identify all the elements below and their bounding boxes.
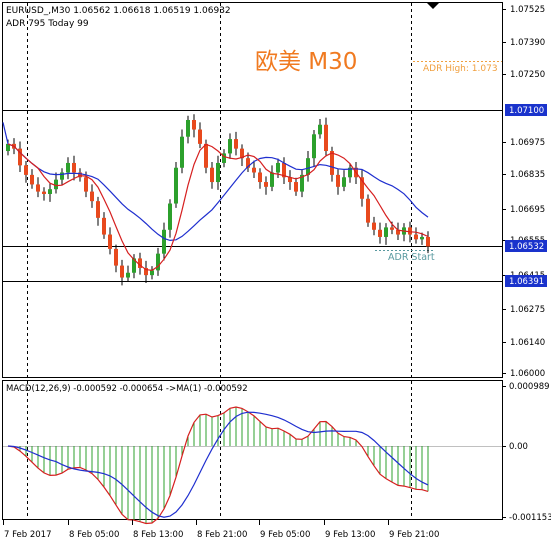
price-axis-label: 1.06275 [510, 305, 545, 315]
candle-body [66, 162, 70, 173]
candle-body [174, 167, 178, 204]
candle-body [90, 191, 94, 202]
candle-body [372, 222, 376, 230]
symbol-info: EURUSD_,M30 1.06562 1.06618 1.06519 1.06… [6, 6, 231, 16]
candle-body [258, 172, 262, 183]
candle-body [420, 236, 424, 240]
candle-body [186, 119, 190, 137]
adr-high-label: ADR High: 1.073 [423, 64, 498, 74]
candle-body [150, 270, 154, 276]
price-level-tag-label: 1.06391 [509, 277, 544, 287]
candle-body [126, 272, 130, 278]
candle-body [324, 124, 328, 152]
candle-body [102, 217, 106, 235]
candle-body [390, 227, 394, 230]
macd-axis: 0.000989 0.00 -0.001153 [502, 382, 551, 523]
candle-body [252, 167, 256, 173]
time-axis-label: 7 Feb 2017 [4, 530, 52, 540]
adr-start-label: ADR Start [388, 252, 435, 263]
candle-body [36, 184, 40, 192]
candle-body [204, 143, 208, 168]
candle-body [216, 162, 220, 183]
candle-body [84, 177, 88, 192]
candle-body [30, 174, 34, 185]
candle-body [408, 227, 412, 235]
candle-body [336, 174, 340, 187]
price-axis-label: 1.06835 [510, 170, 545, 180]
price-axis-label: 1.06000 [510, 369, 545, 379]
candle-body [414, 234, 418, 240]
time-axis-label: 9 Feb 05:00 [260, 530, 310, 540]
candle-body [120, 265, 124, 278]
time-axis-label: 8 Feb 05:00 [69, 530, 119, 540]
price-axis-label: 1.07250 [510, 70, 545, 80]
candle-body [330, 151, 334, 175]
candle-body [384, 227, 388, 237]
candle-body [42, 191, 46, 194]
price-level-tag-label: 1.06532 [509, 242, 544, 252]
candle-body [168, 203, 172, 230]
overlay-title: 欧美 M30 [255, 49, 357, 75]
candle-body [306, 158, 310, 175]
candle-body [234, 139, 238, 149]
candle-body [48, 189, 52, 194]
time-axis-label: 9 Feb 21:00 [389, 530, 439, 540]
time-axis-label: 8 Feb 21:00 [197, 530, 247, 540]
macd-label: MACD(12,26,9) -0.000592 -0.000654 ->MA(1… [6, 384, 248, 394]
candle-body [294, 182, 298, 192]
candle-body [342, 177, 346, 187]
candle-body [366, 198, 370, 223]
time-axis: 7 Feb 2017 8 Feb 05:00 8 Feb 13:00 8 Feb 21… [3, 520, 439, 540]
price-panel-frame [2, 2, 503, 378]
candle-body [192, 119, 196, 130]
candle-body [318, 124, 322, 135]
price-axis-label: 1.06140 [510, 338, 545, 348]
candle-body [264, 182, 268, 187]
price-axis: 1.07525 1.07390 1.07250 1.06975 1.06835 1.066… [502, 5, 547, 379]
price-axis-label: 1.07390 [510, 38, 545, 48]
price-chart[interactable]: EURUSD_,M30 1.06562 1.06618 1.06519 1.06… [0, 0, 551, 547]
price-axis-label: 1.06695 [510, 205, 545, 215]
macd-axis-label: -0.001153 [509, 513, 551, 523]
price-axis-label: 1.06975 [510, 138, 545, 148]
candle-body [210, 167, 214, 183]
candle-body [276, 162, 280, 173]
candle-body [270, 172, 274, 187]
candle-body [180, 136, 184, 168]
time-axis-label: 8 Feb 13:00 [133, 530, 183, 540]
candle-body [72, 162, 76, 173]
candle-body [108, 234, 112, 249]
candle-body [24, 165, 28, 175]
candle-body [426, 236, 430, 247]
candle-body [378, 229, 382, 237]
candle-body [162, 229, 166, 254]
candle-body [228, 139, 232, 154]
macd-axis-label: 0.000989 [509, 382, 550, 392]
candle-body [96, 201, 100, 218]
candle-body [312, 134, 316, 159]
macd-axis-label: 0.00 [509, 442, 528, 452]
candle-body [198, 129, 202, 144]
time-axis-label: 9 Feb 13:00 [325, 530, 375, 540]
candle-body [114, 248, 118, 266]
price-axis-label: 1.07525 [510, 5, 545, 15]
price-level-tag-label: 1.07100 [509, 106, 544, 116]
indicator-info: ADR 795 Today 99 [6, 19, 89, 29]
